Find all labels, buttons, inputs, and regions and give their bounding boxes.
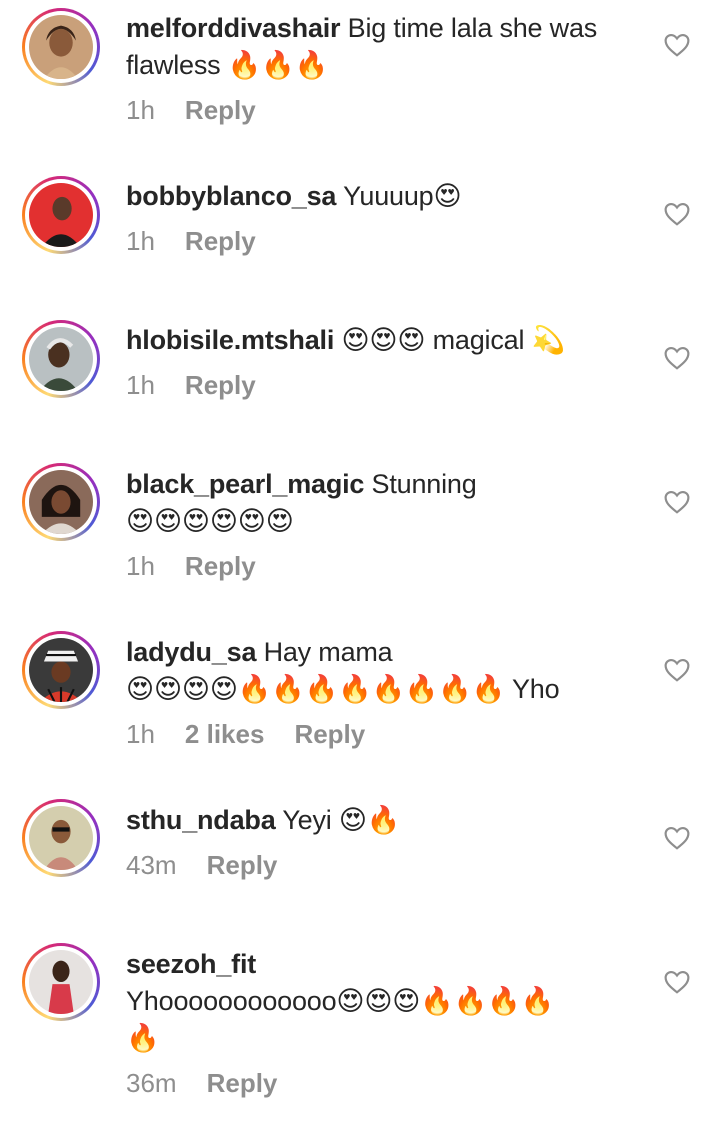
avatar[interactable] <box>22 631 100 709</box>
avatar[interactable] <box>22 8 100 86</box>
comment-time: 1h <box>126 226 155 256</box>
reply-button[interactable]: Reply <box>185 370 256 400</box>
comment-text: seezoh_fit Yhoooooooooooo😍😍😍🔥🔥🔥🔥 🔥 <box>126 946 666 1057</box>
reply-button[interactable]: Reply <box>185 95 256 125</box>
reply-button[interactable]: Reply <box>207 1068 278 1098</box>
comment-meta: 1h 2 likes Reply <box>126 718 395 750</box>
reply-button[interactable]: Reply <box>294 719 365 749</box>
reply-button[interactable]: Reply <box>185 226 256 256</box>
comment-username[interactable]: bobbyblanco_sa <box>126 181 336 211</box>
comment-time: 1h <box>126 551 155 581</box>
heart-outline-icon[interactable] <box>664 490 690 514</box>
likes-count[interactable]: 2 likes <box>185 719 265 749</box>
comment-body: Hay mama <box>256 637 393 667</box>
comment-text: melforddivashair Big time lala she was f… <box>126 10 666 84</box>
comment-body: Yuuuup😍 <box>336 181 462 211</box>
heart-outline-icon[interactable] <box>664 826 690 850</box>
comment-username[interactable]: melforddivashair <box>126 13 341 43</box>
avatar[interactable] <box>22 176 100 254</box>
comment-meta: 1h Reply <box>126 550 286 582</box>
heart-outline-icon[interactable] <box>664 202 690 226</box>
comment-time: 1h <box>126 370 155 400</box>
comment-time: 36m <box>126 1068 177 1098</box>
comment-body-line2: flawless 🔥🔥🔥 <box>126 50 328 80</box>
comment-meta: 1h Reply <box>126 369 286 401</box>
heart-outline-icon[interactable] <box>664 346 690 370</box>
comment-username[interactable]: ladydu_sa <box>126 637 256 667</box>
comment-username[interactable]: black_pearl_magic <box>126 469 364 499</box>
avatar[interactable] <box>22 463 100 541</box>
comment-time: 43m <box>126 850 177 880</box>
comment-body-line3: 🔥 <box>126 1023 160 1053</box>
comment-text: sthu_ndaba Yeyi 😍🔥 <box>126 802 666 839</box>
comment-meta: 1h Reply <box>126 225 286 257</box>
comment-meta: 43m Reply <box>126 849 307 881</box>
comment-username[interactable]: hlobisile.mtshali <box>126 325 334 355</box>
comment-body-line2: Yhoooooooooooo😍😍😍🔥🔥🔥🔥 <box>126 986 554 1016</box>
heart-outline-icon[interactable] <box>664 970 690 994</box>
avatar[interactable] <box>22 320 100 398</box>
comment-meta: 36m Reply <box>126 1067 307 1099</box>
comment-text: bobbyblanco_sa Yuuuup😍 <box>126 178 666 215</box>
heart-outline-icon[interactable] <box>664 658 690 682</box>
comment-body: Yeyi 😍🔥 <box>275 805 401 835</box>
avatar[interactable] <box>22 943 100 1021</box>
comment-time: 1h <box>126 95 155 125</box>
comment-username[interactable]: sthu_ndaba <box>126 805 276 835</box>
comment-body: 😍😍😍 magical 💫 <box>334 325 565 355</box>
comment-body: Big time lala she was <box>340 13 598 43</box>
heart-outline-icon[interactable] <box>664 33 690 57</box>
comment-text: ladydu_sa Hay mama 😍😍😍😍🔥🔥🔥🔥🔥🔥🔥🔥 Yho <box>126 634 666 708</box>
comment-meta: 1h Reply <box>126 94 286 126</box>
comment-username[interactable]: seezoh_fit <box>126 949 256 979</box>
comment-body-line2: 😍😍😍😍😍😍 <box>126 506 294 536</box>
comment-text: black_pearl_magic Stunning 😍😍😍😍😍😍 <box>126 466 666 540</box>
comment-text: hlobisile.mtshali 😍😍😍 magical 💫 <box>126 322 666 359</box>
avatar[interactable] <box>22 799 100 877</box>
comment-body: Stunning <box>364 469 477 499</box>
reply-button[interactable]: Reply <box>207 850 278 880</box>
comment-body-line2: 😍😍😍😍🔥🔥🔥🔥🔥🔥🔥🔥 Yho <box>126 674 560 704</box>
reply-button[interactable]: Reply <box>185 551 256 581</box>
comment-time: 1h <box>126 719 155 749</box>
